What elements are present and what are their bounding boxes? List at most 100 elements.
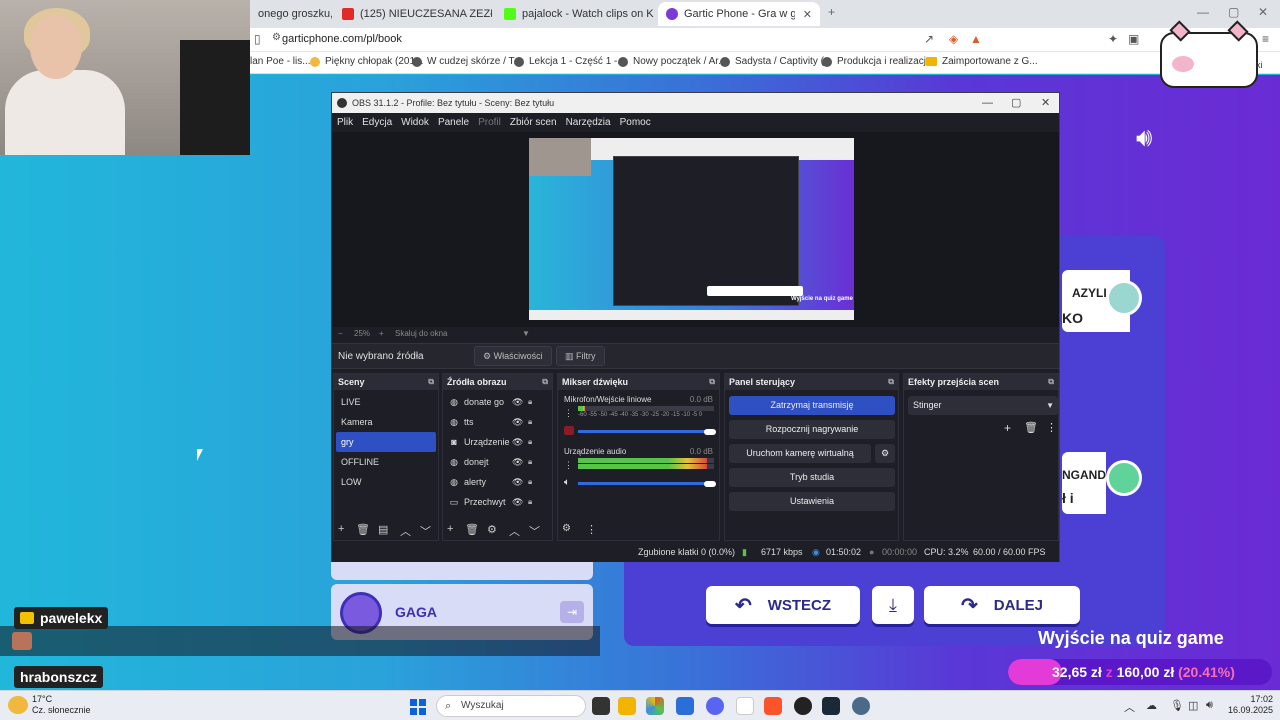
browser-tab-groszek[interactable]: onego groszku, któr: [250, 2, 332, 26]
menu-help[interactable]: Pomoc: [620, 113, 651, 132]
bookmark-item[interactable]: lan Poe - lis...: [250, 56, 311, 67]
lock-icon[interactable]: 🔒︎: [528, 392, 532, 412]
volume-slider-knob[interactable]: [704, 429, 716, 435]
volume-slider[interactable]: [578, 482, 714, 485]
new-tab-button[interactable]: +: [828, 5, 835, 19]
trash-icon[interactable]: 🗑︎: [465, 523, 479, 536]
start-recording-button[interactable]: Rozpocznij nagrywanie: [729, 420, 895, 439]
undock-icon[interactable]: ⧉: [542, 374, 548, 390]
bookmark-item[interactable]: Zaimportowane z G...: [926, 56, 1038, 67]
zoom-out-icon[interactable]: −: [338, 329, 343, 338]
task-view-icon[interactable]: [592, 697, 610, 715]
chevron-down-icon[interactable]: ▼: [522, 329, 530, 338]
volume-icon[interactable]: 🔊︎: [1206, 699, 1213, 712]
scene-item[interactable]: LOW: [336, 472, 436, 492]
source-item[interactable]: ▭ Przechwyt 👁︎ 🔒︎: [443, 492, 552, 512]
sidebar-icon[interactable]: ▣: [1128, 32, 1139, 46]
close-tab-icon[interactable]: ✕: [803, 8, 812, 21]
volume-slider[interactable]: [578, 430, 714, 433]
speaker-icon[interactable]: 🔊︎: [1136, 122, 1152, 154]
undock-icon[interactable]: ⧉: [1048, 374, 1054, 390]
settings-icon[interactable]: [852, 697, 870, 715]
windows-start-icon[interactable]: [410, 699, 426, 715]
obs-taskbar-icon[interactable]: [794, 697, 812, 715]
filter-icon[interactable]: ▤: [378, 523, 388, 536]
back-button[interactable]: ↶ WSTECZ: [706, 586, 860, 624]
lock-icon[interactable]: 🔒︎: [528, 452, 532, 472]
steam-icon[interactable]: [822, 697, 840, 715]
eye-icon[interactable]: 👁︎: [512, 492, 523, 512]
store-icon[interactable]: [676, 697, 694, 715]
volume-slider-knob[interactable]: [704, 481, 716, 487]
taskbar-clock[interactable]: 17:02 16.09.2025: [1228, 694, 1273, 716]
studio-mode-button[interactable]: Tryb studia: [729, 468, 895, 487]
onedrive-icon[interactable]: ☁: [1146, 699, 1157, 712]
bookmark-page-icon[interactable]: ▯: [254, 32, 261, 46]
url-text[interactable]: garticphone.com/pl/book: [282, 33, 402, 45]
undock-icon[interactable]: ⧉: [709, 374, 715, 390]
undock-icon[interactable]: ⧉: [428, 374, 434, 390]
menu-icon[interactable]: ≡: [1262, 32, 1269, 46]
weather-widget[interactable]: 17°C Cz. słonecznie: [32, 694, 91, 716]
maximize-icon[interactable]: ▢: [1228, 5, 1239, 19]
close-window-icon[interactable]: ✕: [1258, 5, 1268, 19]
bookmark-item[interactable]: Lekcja 1 - Część 1 -...: [514, 56, 626, 67]
add-icon[interactable]: +: [447, 523, 453, 535]
discord-icon[interactable]: [706, 697, 724, 715]
trash-icon[interactable]: 🗑︎: [1024, 421, 1038, 434]
zoom-in-icon[interactable]: +: [379, 329, 384, 338]
network-icon[interactable]: ◫: [1188, 699, 1198, 712]
download-icon[interactable]: ⤓: [872, 586, 914, 624]
browser-tab-youtube[interactable]: (125) NIEUCZESANA ZEZŁOMOWAN: [334, 2, 492, 26]
source-item[interactable]: ◍ donate go 👁︎ 🔒︎: [443, 392, 552, 412]
notepad-icon[interactable]: [736, 697, 754, 715]
lock-icon[interactable]: 🔒︎: [528, 432, 532, 452]
browser-tab-gartic[interactable]: Gartic Phone - Gra w głuchy tele ✕: [658, 2, 820, 26]
file-explorer-icon[interactable]: [618, 697, 636, 715]
scene-item[interactable]: Kamera: [336, 412, 436, 432]
add-icon[interactable]: +: [1004, 421, 1011, 435]
lock-icon[interactable]: 🔒︎: [528, 472, 532, 492]
move-down-icon[interactable]: ﹀: [420, 523, 431, 539]
scene-item-selected[interactable]: gry: [336, 432, 436, 452]
lock-icon[interactable]: 🔒︎: [528, 412, 532, 432]
virtual-camera-settings-icon[interactable]: ⚙: [875, 444, 895, 463]
source-item[interactable]: ◍ tts 👁︎ 🔒︎: [443, 412, 552, 432]
brave-shield-icon[interactable]: ◈: [949, 32, 958, 46]
menu-view[interactable]: Widok: [401, 113, 429, 132]
filters-button[interactable]: ▥ Filtry: [556, 346, 605, 366]
lock-icon[interactable]: 🔒︎: [528, 492, 532, 512]
next-button[interactable]: ↷ DALEJ: [924, 586, 1080, 624]
obs-preview[interactable]: Wyjście na quiz game: [529, 138, 854, 320]
properties-button[interactable]: ⚙ Właściwości: [474, 346, 552, 366]
advanced-audio-icon[interactable]: ⚙: [562, 523, 571, 534]
eye-icon[interactable]: 👁︎: [512, 452, 523, 472]
bookmark-item[interactable]: Nowy początek / Ar...: [618, 56, 726, 67]
move-up-icon[interactable]: ︿: [509, 523, 520, 539]
bookmark-item[interactable]: Produkcja i realizacj...: [822, 56, 934, 67]
start-virtual-camera-button[interactable]: Uruchom kamerę wirtualną: [729, 444, 871, 463]
brave-browser-icon[interactable]: [764, 697, 782, 715]
source-item[interactable]: ◙ Urządzenie 👁︎ 🔒︎: [443, 432, 552, 452]
menu-profile[interactable]: Profil: [478, 113, 501, 132]
menu-edit[interactable]: Edycja: [362, 113, 392, 132]
undock-icon[interactable]: ⧉: [888, 374, 894, 390]
stop-streaming-button[interactable]: Zatrzymaj transmisję: [729, 396, 895, 415]
kebab-menu-icon[interactable]: ⋮: [1046, 421, 1057, 434]
bookmark-item[interactable]: Sadysta / Captivity (...: [720, 56, 832, 67]
taskbar-search[interactable]: ⌕ Wyszukaj: [436, 695, 586, 717]
browser-tab-kick[interactable]: pajalock - Watch clips on Kick: [496, 2, 654, 26]
kebab-menu-icon[interactable]: ⋮: [586, 523, 597, 536]
move-up-icon[interactable]: ︿: [400, 523, 411, 539]
menu-tools[interactable]: Narzędzia: [566, 113, 611, 132]
obs-preview-area[interactable]: Wyjście na quiz game: [332, 132, 1059, 327]
copilot-icon[interactable]: [646, 697, 664, 715]
scene-item[interactable]: OFFLINE: [336, 452, 436, 472]
source-item[interactable]: ◍ alerty 👁︎ 🔒︎: [443, 472, 552, 492]
kebab-menu-icon[interactable]: ⋮: [564, 408, 573, 419]
scene-item[interactable]: LIVE: [336, 392, 436, 412]
source-item[interactable]: ◍ donejt 👁︎ 🔒︎: [443, 452, 552, 472]
bookmark-item[interactable]: Piękny chłopak (201...: [310, 56, 423, 67]
speaker-icon[interactable]: 🔈︎: [564, 477, 570, 488]
gear-icon[interactable]: ⚙: [487, 523, 497, 536]
